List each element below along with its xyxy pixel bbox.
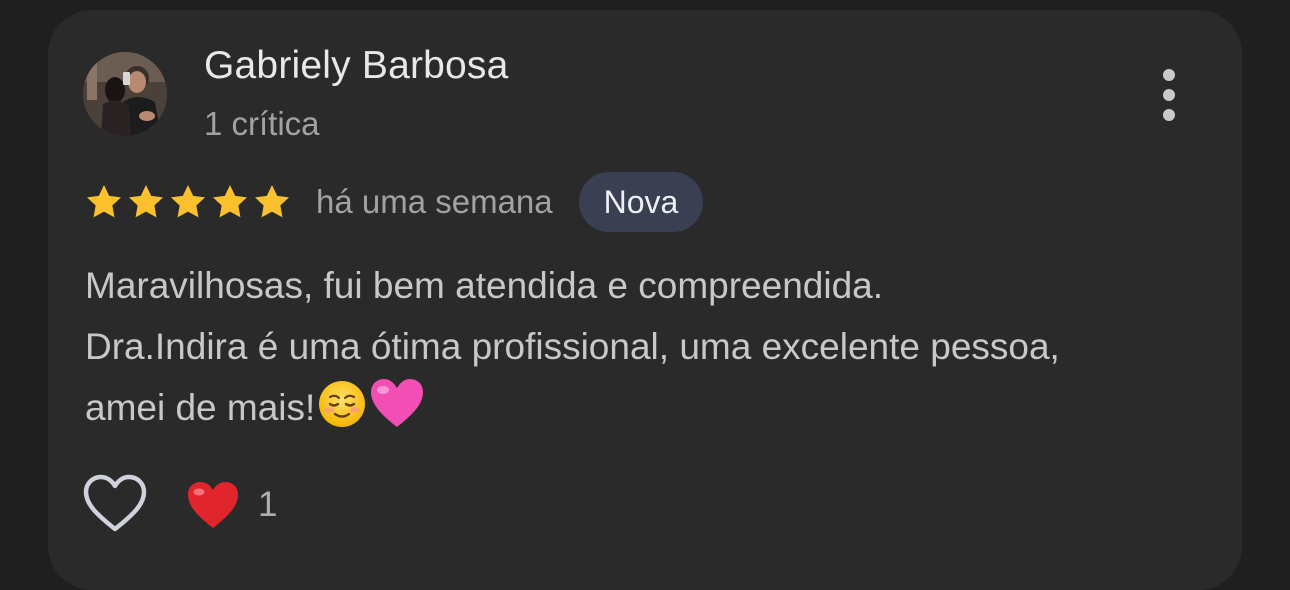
heart-outline-icon (83, 474, 147, 532)
reaction-count: 1 (258, 485, 278, 524)
star-icon (213, 185, 247, 218)
avatar-photo (83, 52, 167, 136)
star-icon (87, 185, 121, 218)
more-dot (1163, 109, 1175, 121)
review-text-line: Dra.Indira é uma ótima profissional, uma… (85, 326, 1060, 367)
more-dot (1163, 69, 1175, 81)
rating-row: há uma semana Nova (84, 172, 704, 232)
review-card: Gabriely Barbosa 1 crítica há uma semana… (48, 10, 1242, 590)
red-heart-emoji (188, 482, 238, 528)
reaction-summary[interactable]: 1 (186, 476, 277, 534)
star-rating (84, 182, 292, 222)
review-text-line: amei de mais! (85, 387, 316, 428)
more-options-icon[interactable] (1150, 65, 1190, 125)
author-review-count: 1 crítica (204, 105, 320, 142)
review-text: Maravilhosas, fui bem atendida e compree… (85, 255, 1225, 447)
review-text-line-last: amei de mais! (85, 377, 1225, 447)
author-name[interactable]: Gabriely Barbosa (204, 44, 509, 88)
avatar[interactable] (83, 52, 167, 136)
review-text-line: Maravilhosas, fui bem atendida e compree… (85, 265, 884, 306)
review-time: há uma semana (316, 183, 553, 220)
star-icon (255, 185, 289, 218)
like-button[interactable] (82, 474, 148, 534)
more-dot (1163, 89, 1175, 101)
new-badge: Nova (578, 172, 704, 232)
star-icon (171, 185, 205, 218)
smiling-face-emoji (317, 379, 367, 447)
pink-heart-emoji (369, 377, 425, 447)
star-icon (129, 185, 163, 218)
